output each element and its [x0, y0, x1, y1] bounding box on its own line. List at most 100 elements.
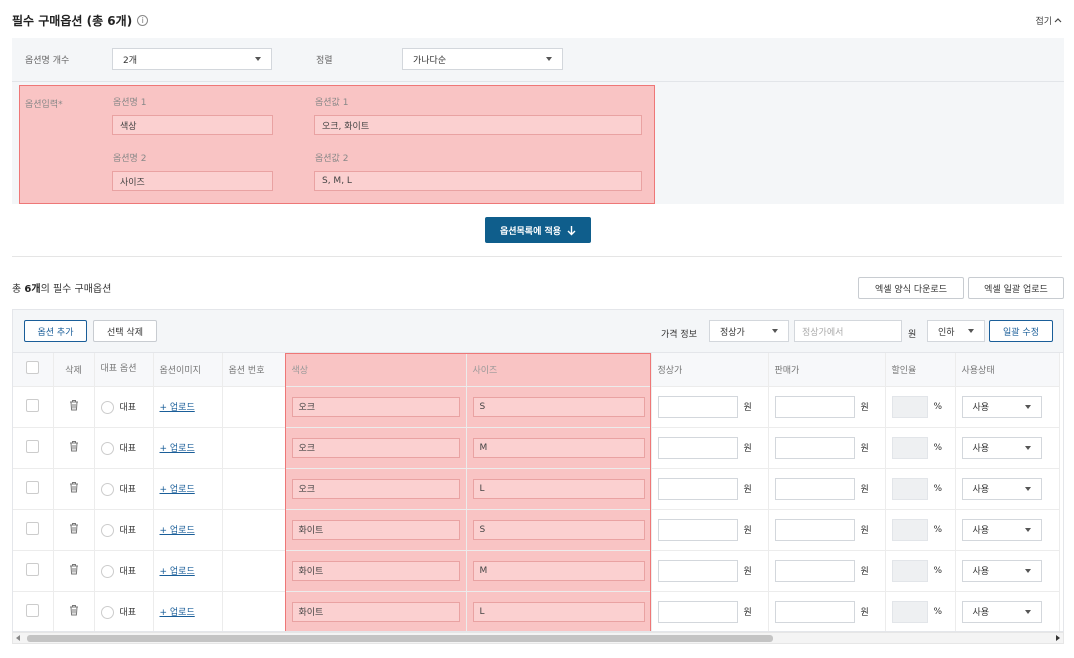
representative-radio[interactable] [100, 441, 114, 455]
info-icon[interactable]: i [137, 14, 149, 26]
option-name-1-input[interactable]: 색상 [112, 115, 273, 135]
option-list-toolbar: 옵션 추가 선택 삭제 가격 정보 정상가 정상가에서 원 인하 일괄 수정 [12, 309, 1064, 353]
size-value-input[interactable]: L [472, 601, 645, 622]
status-value: 사용 [972, 444, 990, 454]
trash-icon[interactable] [69, 440, 79, 452]
status-select[interactable]: 사용 [961, 600, 1042, 623]
row-image-cell: + 업로드 [153, 468, 223, 510]
trash-icon[interactable] [69, 604, 79, 616]
price-info-label: 가격 정보 [661, 330, 697, 340]
upload-image-link[interactable]: + 업로드 [160, 567, 195, 577]
price-adjust-input[interactable]: 정상가에서 [794, 320, 902, 342]
row-checkbox[interactable] [26, 603, 40, 617]
color-value-input[interactable]: 오크 [291, 478, 460, 499]
direction-select[interactable]: 인하 [927, 320, 985, 342]
representative-radio[interactable] [100, 605, 114, 619]
horizontal-scrollbar[interactable] [12, 632, 1064, 644]
row-delete-cell [53, 550, 95, 592]
row-checkbox[interactable] [26, 562, 40, 576]
row-representative-cell: 대표 [94, 591, 154, 631]
sale-price-input[interactable] [774, 518, 855, 541]
regular-price-input[interactable] [657, 518, 738, 541]
upload-image-link[interactable]: + 업로드 [160, 608, 195, 618]
row-discount-cell: % [885, 427, 956, 469]
row-discount-cell: % [885, 509, 956, 551]
summary-prefix: 총 [12, 284, 25, 295]
header-select-all[interactable] [13, 353, 54, 387]
sale-price-input[interactable] [774, 395, 855, 418]
trash-icon[interactable] [69, 522, 79, 534]
scroll-right-icon[interactable] [1056, 635, 1060, 641]
size-value-input[interactable]: L [472, 478, 645, 499]
bulk-edit-button[interactable]: 일괄 수정 [989, 320, 1053, 342]
color-value-input[interactable]: 오크 [291, 396, 460, 417]
status-select[interactable]: 사용 [961, 518, 1042, 541]
percent-unit: % [933, 606, 943, 617]
color-value-input[interactable]: 화이트 [291, 601, 460, 622]
regular-price-input[interactable] [657, 477, 738, 500]
option-config-panel: 옵션명 개수 2개 정렬 가나다순 옵션입력* 옵션명 1 색상 옵션값 1 오… [12, 38, 1064, 204]
price-type-select[interactable]: 정상가 [709, 320, 789, 342]
size-value-input[interactable]: M [472, 560, 645, 581]
regular-price-input[interactable] [657, 559, 738, 582]
row-sale-price-cell: 원 [768, 550, 886, 592]
excel-bulk-upload-button[interactable]: 엑셀 일괄 업로드 [968, 277, 1064, 299]
option-value-1-input[interactable]: 오크, 화이트 [314, 115, 642, 135]
trash-icon[interactable] [69, 399, 79, 411]
color-value-input[interactable]: 화이트 [291, 560, 460, 581]
row-checkbox[interactable] [26, 439, 40, 453]
regular-price-input[interactable] [657, 436, 738, 459]
scrollbar-thumb[interactable] [27, 635, 773, 642]
sale-price-input[interactable] [774, 559, 855, 582]
option-name-2-input[interactable]: 사이즈 [112, 171, 273, 191]
row-checkbox[interactable] [26, 480, 40, 494]
upload-image-link[interactable]: + 업로드 [160, 444, 195, 454]
upload-image-link[interactable]: + 업로드 [160, 403, 195, 413]
sort-select[interactable]: 가나다순 [402, 48, 563, 70]
status-select[interactable]: 사용 [961, 395, 1042, 418]
representative-radio[interactable] [100, 523, 114, 537]
representative-radio[interactable] [100, 564, 114, 578]
size-value-input[interactable]: S [472, 396, 645, 417]
status-select[interactable]: 사용 [961, 559, 1042, 582]
sale-price-input[interactable] [774, 436, 855, 459]
won-unit: 원 [743, 608, 752, 618]
row-image-cell: + 업로드 [153, 591, 223, 631]
percent-unit: % [933, 483, 943, 494]
row-size-cell: S [466, 509, 652, 551]
delete-selected-button[interactable]: 선택 삭제 [93, 320, 157, 342]
color-value-input[interactable]: 화이트 [291, 519, 460, 540]
trash-icon[interactable] [69, 563, 79, 575]
status-select[interactable]: 사용 [961, 436, 1042, 459]
collapse-toggle[interactable]: 접기 [1035, 14, 1062, 27]
select-all-checkbox[interactable] [26, 361, 40, 375]
status-value: 사용 [972, 485, 990, 495]
caret-down-icon [772, 329, 778, 333]
representative-radio[interactable] [100, 400, 114, 414]
regular-price-input[interactable] [657, 395, 738, 418]
size-value-input[interactable]: S [472, 519, 645, 540]
sale-price-input[interactable] [774, 600, 855, 623]
status-select[interactable]: 사용 [961, 477, 1042, 500]
scroll-left-icon[interactable] [16, 635, 20, 641]
row-checkbox[interactable] [26, 521, 40, 535]
row-number-cell [222, 550, 286, 592]
option-count-select[interactable]: 2개 [112, 48, 272, 70]
row-delete-cell [53, 427, 95, 469]
color-value-input[interactable]: 오크 [291, 437, 460, 458]
option-value-2-input[interactable]: S, M, L [314, 171, 642, 191]
size-value-input[interactable]: M [472, 437, 645, 458]
excel-template-download-button[interactable]: 엑셀 양식 다운로드 [858, 277, 964, 299]
row-number-cell [222, 591, 286, 631]
row-checkbox[interactable] [26, 398, 40, 412]
add-option-button[interactable]: 옵션 추가 [24, 320, 87, 342]
upload-image-link[interactable]: + 업로드 [160, 526, 195, 536]
regular-price-input[interactable] [657, 600, 738, 623]
discount-input [891, 436, 928, 459]
sale-price-input[interactable] [774, 477, 855, 500]
trash-icon[interactable] [69, 481, 79, 493]
apply-to-option-list-button[interactable]: 옵션목록에 적용 [485, 217, 591, 243]
upload-image-link[interactable]: + 업로드 [160, 485, 195, 495]
row-number-cell [222, 427, 286, 469]
representative-radio[interactable] [100, 482, 114, 496]
